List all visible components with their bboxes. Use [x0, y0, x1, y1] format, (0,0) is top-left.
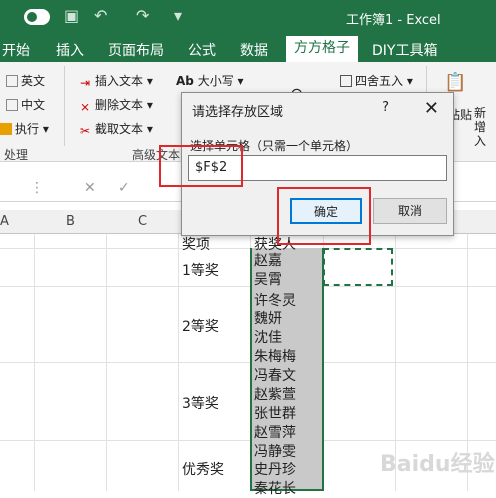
separator — [64, 66, 65, 146]
chinese-button[interactable]: 中文 — [6, 96, 45, 113]
cell-winner[interactable]: 冯春文 — [254, 365, 296, 385]
tab-insert[interactable]: 插入 — [56, 40, 84, 60]
star-icon — [0, 123, 12, 135]
checkbox-icon — [6, 75, 18, 87]
cell-award[interactable]: 1等奖 — [182, 260, 219, 280]
column-header-a[interactable]: A — [0, 214, 9, 229]
help-icon[interactable]: ? — [382, 100, 389, 115]
namebox-dropdown-icon[interactable]: ⋮ — [30, 180, 44, 196]
tab-fangfang[interactable]: 方方格子 — [286, 36, 358, 62]
extract-text-button[interactable]: ✂ 截取文本 ▾ — [80, 120, 153, 138]
tab-data[interactable]: 数据 — [240, 40, 268, 60]
cell-winner[interactable]: 魏妍 — [254, 308, 282, 328]
cell-award[interactable]: 3等奖 — [182, 393, 219, 413]
cell-winner[interactable]: 冯静雯 — [254, 441, 296, 461]
ribbon-tabs: 开始 插入 页面布局 公式 数据 方方格子 DIY工具箱 — [0, 34, 496, 62]
close-icon[interactable]: ✕ — [424, 98, 439, 119]
customize-icon[interactable]: ▾ — [174, 6, 182, 25]
delete-text-icon: ⨯ — [80, 100, 91, 114]
new-add-label[interactable]: 新增入 — [474, 106, 496, 148]
insert-text-icon: ⇥ — [80, 76, 91, 90]
annotation-box-ok — [277, 187, 371, 245]
column-header-b[interactable]: B — [66, 214, 75, 229]
grid-line — [0, 440, 496, 441]
cell-winner[interactable]: 张世群 — [254, 403, 296, 423]
cell-award-header[interactable]: 奖项 — [182, 234, 210, 254]
cancel-entry-icon[interactable]: ✕ — [84, 180, 96, 196]
grid-line — [0, 286, 496, 287]
cell-winner[interactable]: 许冬灵 — [254, 290, 296, 310]
cell-winner[interactable]: 赵紫萱 — [254, 384, 296, 404]
cell-winner[interactable]: 吴霄 — [254, 269, 282, 289]
tab-home[interactable]: 开始 — [2, 40, 30, 60]
checkbox-icon — [6, 99, 18, 111]
tab-diy-toolbox[interactable]: DIY工具箱 — [372, 40, 437, 60]
undo-icon[interactable]: ↶ — [94, 6, 107, 25]
window-title: 工作簿1 - Excel — [346, 13, 441, 28]
save-icon[interactable]: ▣ — [64, 6, 79, 25]
cell-winner[interactable]: 沈佳 — [254, 327, 282, 347]
cancel-button[interactable]: 取消 — [373, 198, 447, 224]
english-button[interactable]: 英文 — [6, 72, 45, 89]
copy-marquee — [323, 248, 393, 286]
tab-formulas[interactable]: 公式 — [188, 40, 216, 60]
cell-winner[interactable]: 秦花长 — [254, 478, 296, 498]
delete-text-button[interactable]: ⨯ 删除文本 ▾ — [80, 96, 153, 114]
group-label-process: 处理 — [4, 148, 29, 162]
execute-button[interactable]: 执行 ▾ — [0, 120, 49, 137]
redo-icon[interactable]: ↷ — [136, 6, 149, 25]
table-icon — [340, 75, 352, 87]
watermark: Baidu经验 — [380, 452, 495, 477]
dialog-title: 请选择存放区域 — [192, 105, 284, 120]
confirm-entry-icon[interactable]: ✓ — [118, 180, 130, 196]
insert-text-button[interactable]: ⇥ 插入文本 ▾ — [80, 72, 153, 90]
cell-winner[interactable]: 史丹珍 — [254, 459, 296, 479]
round-button[interactable]: 四舍五入 ▾ — [340, 72, 413, 89]
column-header-c[interactable]: C — [138, 214, 147, 229]
grid-line — [0, 362, 496, 363]
cell-winner[interactable]: 赵嘉 — [254, 250, 282, 270]
extract-text-icon: ✂ — [80, 124, 91, 138]
cell-award[interactable]: 2等奖 — [182, 316, 219, 336]
cell-winner[interactable]: 赵雪萍 — [254, 422, 296, 442]
cell-award[interactable]: 优秀奖 — [182, 459, 224, 479]
paste-icon[interactable]: 📋 — [444, 72, 466, 93]
cell-winner[interactable]: 朱梅梅 — [254, 346, 296, 366]
case-icon: Ab — [176, 74, 194, 88]
tab-page-layout[interactable]: 页面布局 — [108, 40, 164, 60]
grid-line — [0, 248, 496, 249]
case-button[interactable]: Ab 大小写 ▾ — [176, 72, 244, 89]
title-bar: ▣ ↶ ↷ ▾ 工作簿1 - Excel — [0, 0, 496, 34]
autosave-toggle[interactable] — [24, 9, 50, 25]
annotation-box-input — [159, 145, 243, 187]
